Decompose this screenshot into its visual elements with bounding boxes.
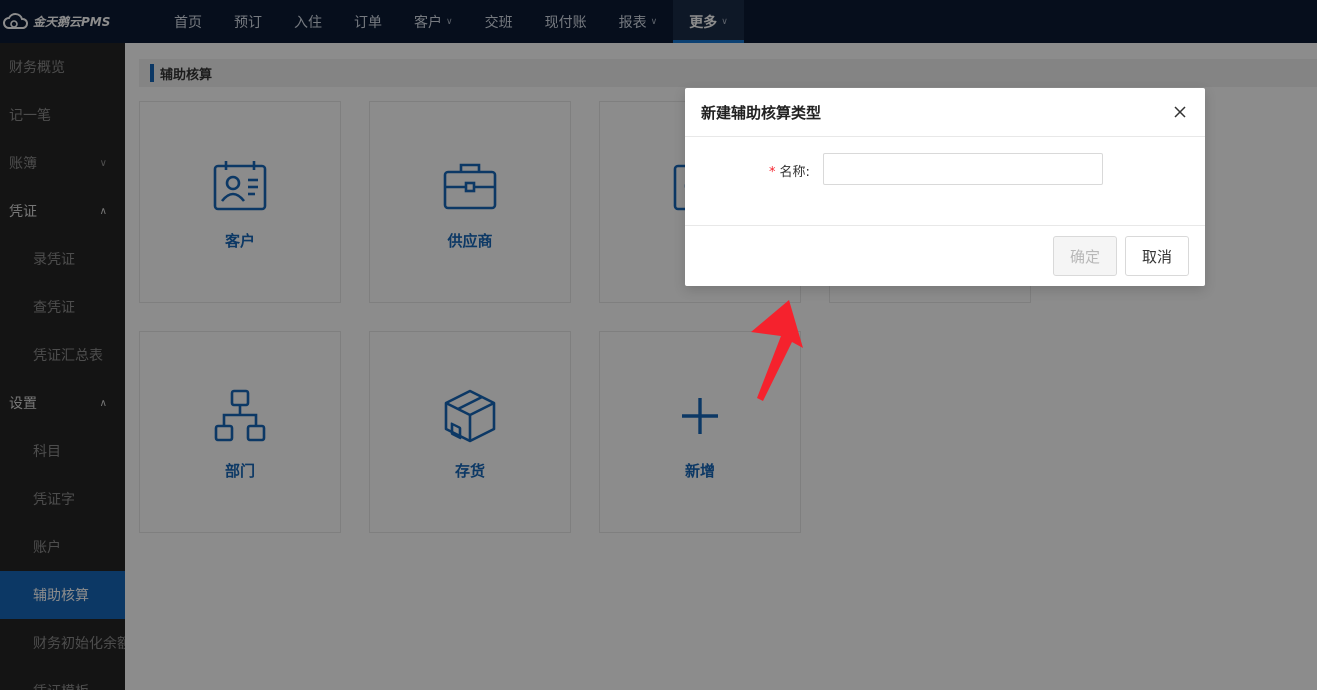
dialog-title: 新建辅助核算类型 <box>701 103 822 122</box>
annotation-arrow-icon <box>751 300 803 401</box>
name-input[interactable] <box>823 153 1103 185</box>
confirm-button[interactable]: 确定 <box>1053 236 1117 276</box>
required-mark: * <box>769 165 776 180</box>
dialog-header: 新建辅助核算类型 <box>685 88 1205 137</box>
new-auxiliary-type-dialog: 新建辅助核算类型 * 名称: 确定 取消 <box>685 88 1205 286</box>
name-label-text: 名称: <box>779 165 810 180</box>
name-field-label: * 名称: <box>769 161 810 180</box>
dialog-body: * 名称: <box>685 137 1205 225</box>
close-icon[interactable] <box>1173 105 1187 119</box>
dialog-footer: 确定 取消 <box>685 225 1205 285</box>
cancel-button[interactable]: 取消 <box>1125 236 1189 276</box>
